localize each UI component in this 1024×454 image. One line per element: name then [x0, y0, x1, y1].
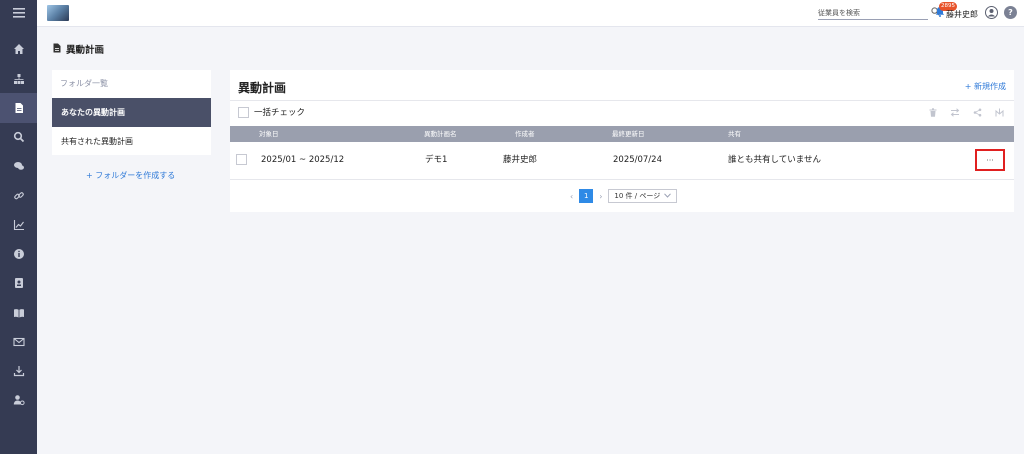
folder-panel: フォルダ一覧 あなたの異動計画 共有された異動計画	[52, 70, 211, 155]
bulk-check[interactable]: 一括チェック	[238, 106, 305, 118]
divider	[230, 100, 1014, 101]
cell-shared: 誰とも共有していません	[728, 155, 821, 165]
side-nav-rail	[0, 0, 37, 454]
table-header: 対象日 異動計画名 作成者 最終更新日 共有	[230, 126, 1014, 142]
document-icon[interactable]	[0, 93, 37, 123]
row-checkbox[interactable]	[236, 154, 247, 165]
search-icon[interactable]	[0, 122, 37, 152]
column-header-plan-name[interactable]: 異動計画名	[424, 126, 457, 142]
folder-list-header: フォルダ一覧	[60, 79, 108, 88]
employee-search	[818, 6, 940, 20]
page-title: 異動計画	[66, 45, 105, 56]
hamburger-menu-icon[interactable]	[0, 0, 37, 26]
cell-creator: 藤井史郎	[503, 155, 538, 165]
column-header-shared[interactable]: 共有	[728, 126, 741, 142]
page-size-value: 10 件 / ページ	[614, 192, 661, 200]
home-icon[interactable]	[0, 34, 37, 64]
download-icon[interactable]	[0, 356, 37, 386]
column-header-period[interactable]: 対象日	[259, 126, 279, 142]
share-icon[interactable]	[972, 107, 982, 117]
page-header: 異動計画	[53, 42, 104, 56]
chevron-down-icon	[664, 192, 672, 200]
cell-updated: 2025/07/24	[613, 155, 662, 165]
merge-icon[interactable]	[994, 107, 1004, 117]
cell-plan-name[interactable]: デモ1	[425, 142, 447, 179]
employee-search-input[interactable]	[818, 6, 913, 19]
create-folder-link[interactable]: + フォルダーを作成する	[86, 170, 175, 181]
org-chart-icon[interactable]	[0, 64, 37, 94]
top-bar: 2895 藤井史郎 ?	[37, 0, 1024, 27]
transfer-icon[interactable]	[950, 107, 960, 117]
book-icon[interactable]	[0, 298, 37, 328]
info-icon[interactable]	[0, 239, 37, 269]
bulk-check-label: 一括チェック	[254, 108, 306, 118]
prev-page-icon[interactable]: ‹	[570, 192, 573, 201]
cell-period: 2025/01 ~ 2025/12	[261, 155, 345, 165]
id-card-icon[interactable]	[0, 268, 37, 298]
more-options-button[interactable]: ···	[975, 149, 1005, 171]
pagination: ‹ 1 › 10 件 / ページ	[570, 189, 678, 203]
company-logo[interactable]	[47, 5, 69, 21]
next-page-icon[interactable]: ›	[599, 192, 602, 201]
mail-icon[interactable]	[0, 327, 37, 357]
chat-icon[interactable]	[0, 151, 37, 181]
trash-icon[interactable]	[928, 107, 938, 117]
document-icon	[53, 43, 61, 56]
column-header-updated[interactable]: 最終更新日	[612, 126, 645, 142]
new-create-button[interactable]: + 新規作成	[965, 81, 1006, 92]
bulk-check-checkbox[interactable]	[238, 106, 249, 118]
help-icon[interactable]: ?	[1004, 6, 1017, 19]
folder-item-shared-plans[interactable]: 共有された異動計画	[52, 127, 211, 156]
page-size-select[interactable]: 10 件 / ページ	[608, 189, 678, 203]
current-page-button[interactable]: 1	[579, 189, 594, 203]
avatar-icon[interactable]	[985, 6, 998, 19]
panel-title: 異動計画	[238, 81, 287, 95]
user-name[interactable]: 藤井史郎	[946, 9, 978, 20]
link-icon[interactable]	[0, 181, 37, 211]
column-header-creator[interactable]: 作成者	[515, 126, 535, 142]
folder-item-my-plans[interactable]: あなたの異動計画	[52, 98, 211, 127]
chart-icon[interactable]	[0, 210, 37, 240]
transfer-plan-panel: 異動計画 + 新規作成 一括チェック 対象日 異動計画名 作成者 最終更新日 共…	[230, 70, 1014, 212]
table-row[interactable]: 2025/01 ~ 2025/12 デモ1 藤井史郎 2025/07/24 誰と…	[230, 142, 1014, 180]
user-settings-icon[interactable]	[0, 385, 37, 415]
bulk-actions-toolbar	[928, 107, 1004, 117]
